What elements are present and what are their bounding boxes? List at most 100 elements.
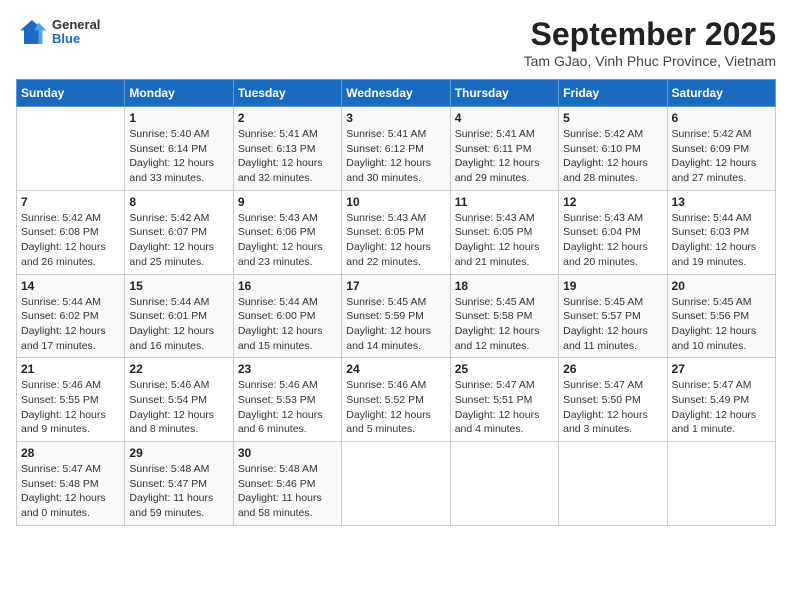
day-number: 25 <box>455 362 554 376</box>
day-number: 11 <box>455 195 554 209</box>
calendar-cell: 3 Sunrise: 5:41 AM Sunset: 6:12 PM Daylig… <box>342 107 450 191</box>
header-day-thursday: Thursday <box>450 80 558 107</box>
calendar-table: SundayMondayTuesdayWednesdayThursdayFrid… <box>16 79 776 526</box>
header: General Blue September 2025 Tam GJao, Vi… <box>16 16 776 69</box>
calendar-cell <box>342 442 450 526</box>
day-info: Sunrise: 5:42 AM Sunset: 6:10 PM Dayligh… <box>563 127 662 186</box>
calendar-cell: 4 Sunrise: 5:41 AM Sunset: 6:11 PM Daylig… <box>450 107 558 191</box>
week-row-4: 21 Sunrise: 5:46 AM Sunset: 5:55 PM Dayli… <box>17 358 776 442</box>
header-day-monday: Monday <box>125 80 233 107</box>
calendar-cell: 10Sunrise: 5:43 AM Sunset: 6:05 PM Dayli… <box>342 190 450 274</box>
calendar-cell: 14Sunrise: 5:44 AM Sunset: 6:02 PM Dayli… <box>17 274 125 358</box>
day-info: Sunrise: 5:44 AM Sunset: 6:00 PM Dayligh… <box>238 295 337 354</box>
day-number: 2 <box>238 111 337 125</box>
calendar-cell: 11 Sunrise: 5:43 AM Sunset: 6:05 PM Dayli… <box>450 190 558 274</box>
day-number: 3 <box>346 111 445 125</box>
logo-general-text: General <box>52 18 100 32</box>
calendar-cell: 29 Sunrise: 5:48 AM Sunset: 5:47 PM Dayli… <box>125 442 233 526</box>
calendar-cell: 22Sunrise: 5:46 AM Sunset: 5:54 PM Dayli… <box>125 358 233 442</box>
day-info: Sunrise: 5:44 AM Sunset: 6:03 PM Dayligh… <box>672 211 771 270</box>
calendar-cell: 8Sunrise: 5:42 AM Sunset: 6:07 PM Daylig… <box>125 190 233 274</box>
day-number: 26 <box>563 362 662 376</box>
day-info: Sunrise: 5:41 AM Sunset: 6:11 PM Dayligh… <box>455 127 554 186</box>
calendar-cell: 18Sunrise: 5:45 AM Sunset: 5:58 PM Dayli… <box>450 274 558 358</box>
day-info: Sunrise: 5:48 AM Sunset: 5:47 PM Dayligh… <box>129 462 228 521</box>
day-info: Sunrise: 5:43 AM Sunset: 6:04 PM Dayligh… <box>563 211 662 270</box>
day-info: Sunrise: 5:46 AM Sunset: 5:55 PM Dayligh… <box>21 378 120 437</box>
day-info: Sunrise: 5:47 AM Sunset: 5:50 PM Dayligh… <box>563 378 662 437</box>
calendar-cell: 21 Sunrise: 5:46 AM Sunset: 5:55 PM Dayli… <box>17 358 125 442</box>
calendar-cell: 1 Sunrise: 5:40 AM Sunset: 6:14 PM Daylig… <box>125 107 233 191</box>
day-info: Sunrise: 5:45 AM Sunset: 5:59 PM Dayligh… <box>346 295 445 354</box>
calendar-cell: 6 Sunrise: 5:42 AM Sunset: 6:09 PM Daylig… <box>667 107 775 191</box>
day-number: 6 <box>672 111 771 125</box>
logo-blue-text: Blue <box>52 32 100 46</box>
calendar-cell: 13 Sunrise: 5:44 AM Sunset: 6:03 PM Dayli… <box>667 190 775 274</box>
day-info: Sunrise: 5:47 AM Sunset: 5:48 PM Dayligh… <box>21 462 120 521</box>
logo-text: General Blue <box>52 18 100 47</box>
day-info: Sunrise: 5:42 AM Sunset: 6:09 PM Dayligh… <box>672 127 771 186</box>
day-number: 27 <box>672 362 771 376</box>
calendar-cell <box>667 442 775 526</box>
calendar-cell: 30 Sunrise: 5:48 AM Sunset: 5:46 PM Dayli… <box>233 442 341 526</box>
day-number: 24 <box>346 362 445 376</box>
day-info: Sunrise: 5:45 AM Sunset: 5:57 PM Dayligh… <box>563 295 662 354</box>
calendar-cell: 24 Sunrise: 5:46 AM Sunset: 5:52 PM Dayli… <box>342 358 450 442</box>
day-number: 10 <box>346 195 445 209</box>
day-info: Sunrise: 5:42 AM Sunset: 6:07 PM Dayligh… <box>129 211 228 270</box>
day-number: 29 <box>129 446 228 460</box>
header-day-tuesday: Tuesday <box>233 80 341 107</box>
day-info: Sunrise: 5:46 AM Sunset: 5:52 PM Dayligh… <box>346 378 445 437</box>
calendar-cell: 17 Sunrise: 5:45 AM Sunset: 5:59 PM Dayli… <box>342 274 450 358</box>
day-number: 7 <box>21 195 120 209</box>
title-area: September 2025 Tam GJao, Vinh Phuc Provi… <box>524 16 776 69</box>
day-number: 30 <box>238 446 337 460</box>
day-number: 1 <box>129 111 228 125</box>
day-number: 28 <box>21 446 120 460</box>
day-number: 21 <box>21 362 120 376</box>
week-row-2: 7 Sunrise: 5:42 AM Sunset: 6:08 PM Daylig… <box>17 190 776 274</box>
week-row-1: 1 Sunrise: 5:40 AM Sunset: 6:14 PM Daylig… <box>17 107 776 191</box>
day-info: Sunrise: 5:44 AM Sunset: 6:01 PM Dayligh… <box>129 295 228 354</box>
header-day-saturday: Saturday <box>667 80 775 107</box>
calendar-cell: 27Sunrise: 5:47 AM Sunset: 5:49 PM Dayli… <box>667 358 775 442</box>
day-info: Sunrise: 5:43 AM Sunset: 6:05 PM Dayligh… <box>455 211 554 270</box>
day-number: 15 <box>129 279 228 293</box>
day-number: 9 <box>238 195 337 209</box>
day-info: Sunrise: 5:46 AM Sunset: 5:54 PM Dayligh… <box>129 378 228 437</box>
calendar-cell: 5 Sunrise: 5:42 AM Sunset: 6:10 PM Daylig… <box>559 107 667 191</box>
calendar-cell: 20Sunrise: 5:45 AM Sunset: 5:56 PM Dayli… <box>667 274 775 358</box>
header-row: SundayMondayTuesdayWednesdayThursdayFrid… <box>17 80 776 107</box>
day-number: 13 <box>672 195 771 209</box>
calendar-header: SundayMondayTuesdayWednesdayThursdayFrid… <box>17 80 776 107</box>
day-number: 19 <box>563 279 662 293</box>
calendar-cell <box>559 442 667 526</box>
day-info: Sunrise: 5:48 AM Sunset: 5:46 PM Dayligh… <box>238 462 337 521</box>
week-row-5: 28 Sunrise: 5:47 AM Sunset: 5:48 PM Dayli… <box>17 442 776 526</box>
calendar-cell: 16Sunrise: 5:44 AM Sunset: 6:00 PM Dayli… <box>233 274 341 358</box>
header-day-sunday: Sunday <box>17 80 125 107</box>
day-info: Sunrise: 5:46 AM Sunset: 5:53 PM Dayligh… <box>238 378 337 437</box>
calendar-cell: 25Sunrise: 5:47 AM Sunset: 5:51 PM Dayli… <box>450 358 558 442</box>
day-number: 18 <box>455 279 554 293</box>
logo-icon <box>16 16 48 48</box>
calendar-cell: 28 Sunrise: 5:47 AM Sunset: 5:48 PM Dayli… <box>17 442 125 526</box>
day-info: Sunrise: 5:42 AM Sunset: 6:08 PM Dayligh… <box>21 211 120 270</box>
calendar-cell: 9 Sunrise: 5:43 AM Sunset: 6:06 PM Daylig… <box>233 190 341 274</box>
day-number: 5 <box>563 111 662 125</box>
day-info: Sunrise: 5:44 AM Sunset: 6:02 PM Dayligh… <box>21 295 120 354</box>
day-number: 20 <box>672 279 771 293</box>
sub-title: Tam GJao, Vinh Phuc Province, Vietnam <box>524 53 776 69</box>
calendar-cell: 19 Sunrise: 5:45 AM Sunset: 5:57 PM Dayli… <box>559 274 667 358</box>
day-info: Sunrise: 5:41 AM Sunset: 6:12 PM Dayligh… <box>346 127 445 186</box>
week-row-3: 14Sunrise: 5:44 AM Sunset: 6:02 PM Dayli… <box>17 274 776 358</box>
calendar-cell: 23Sunrise: 5:46 AM Sunset: 5:53 PM Dayli… <box>233 358 341 442</box>
day-number: 4 <box>455 111 554 125</box>
calendar-cell: 26 Sunrise: 5:47 AM Sunset: 5:50 PM Dayli… <box>559 358 667 442</box>
day-number: 17 <box>346 279 445 293</box>
day-number: 12 <box>563 195 662 209</box>
header-day-friday: Friday <box>559 80 667 107</box>
day-info: Sunrise: 5:40 AM Sunset: 6:14 PM Dayligh… <box>129 127 228 186</box>
calendar-body: 1 Sunrise: 5:40 AM Sunset: 6:14 PM Daylig… <box>17 107 776 526</box>
day-info: Sunrise: 5:43 AM Sunset: 6:06 PM Dayligh… <box>238 211 337 270</box>
